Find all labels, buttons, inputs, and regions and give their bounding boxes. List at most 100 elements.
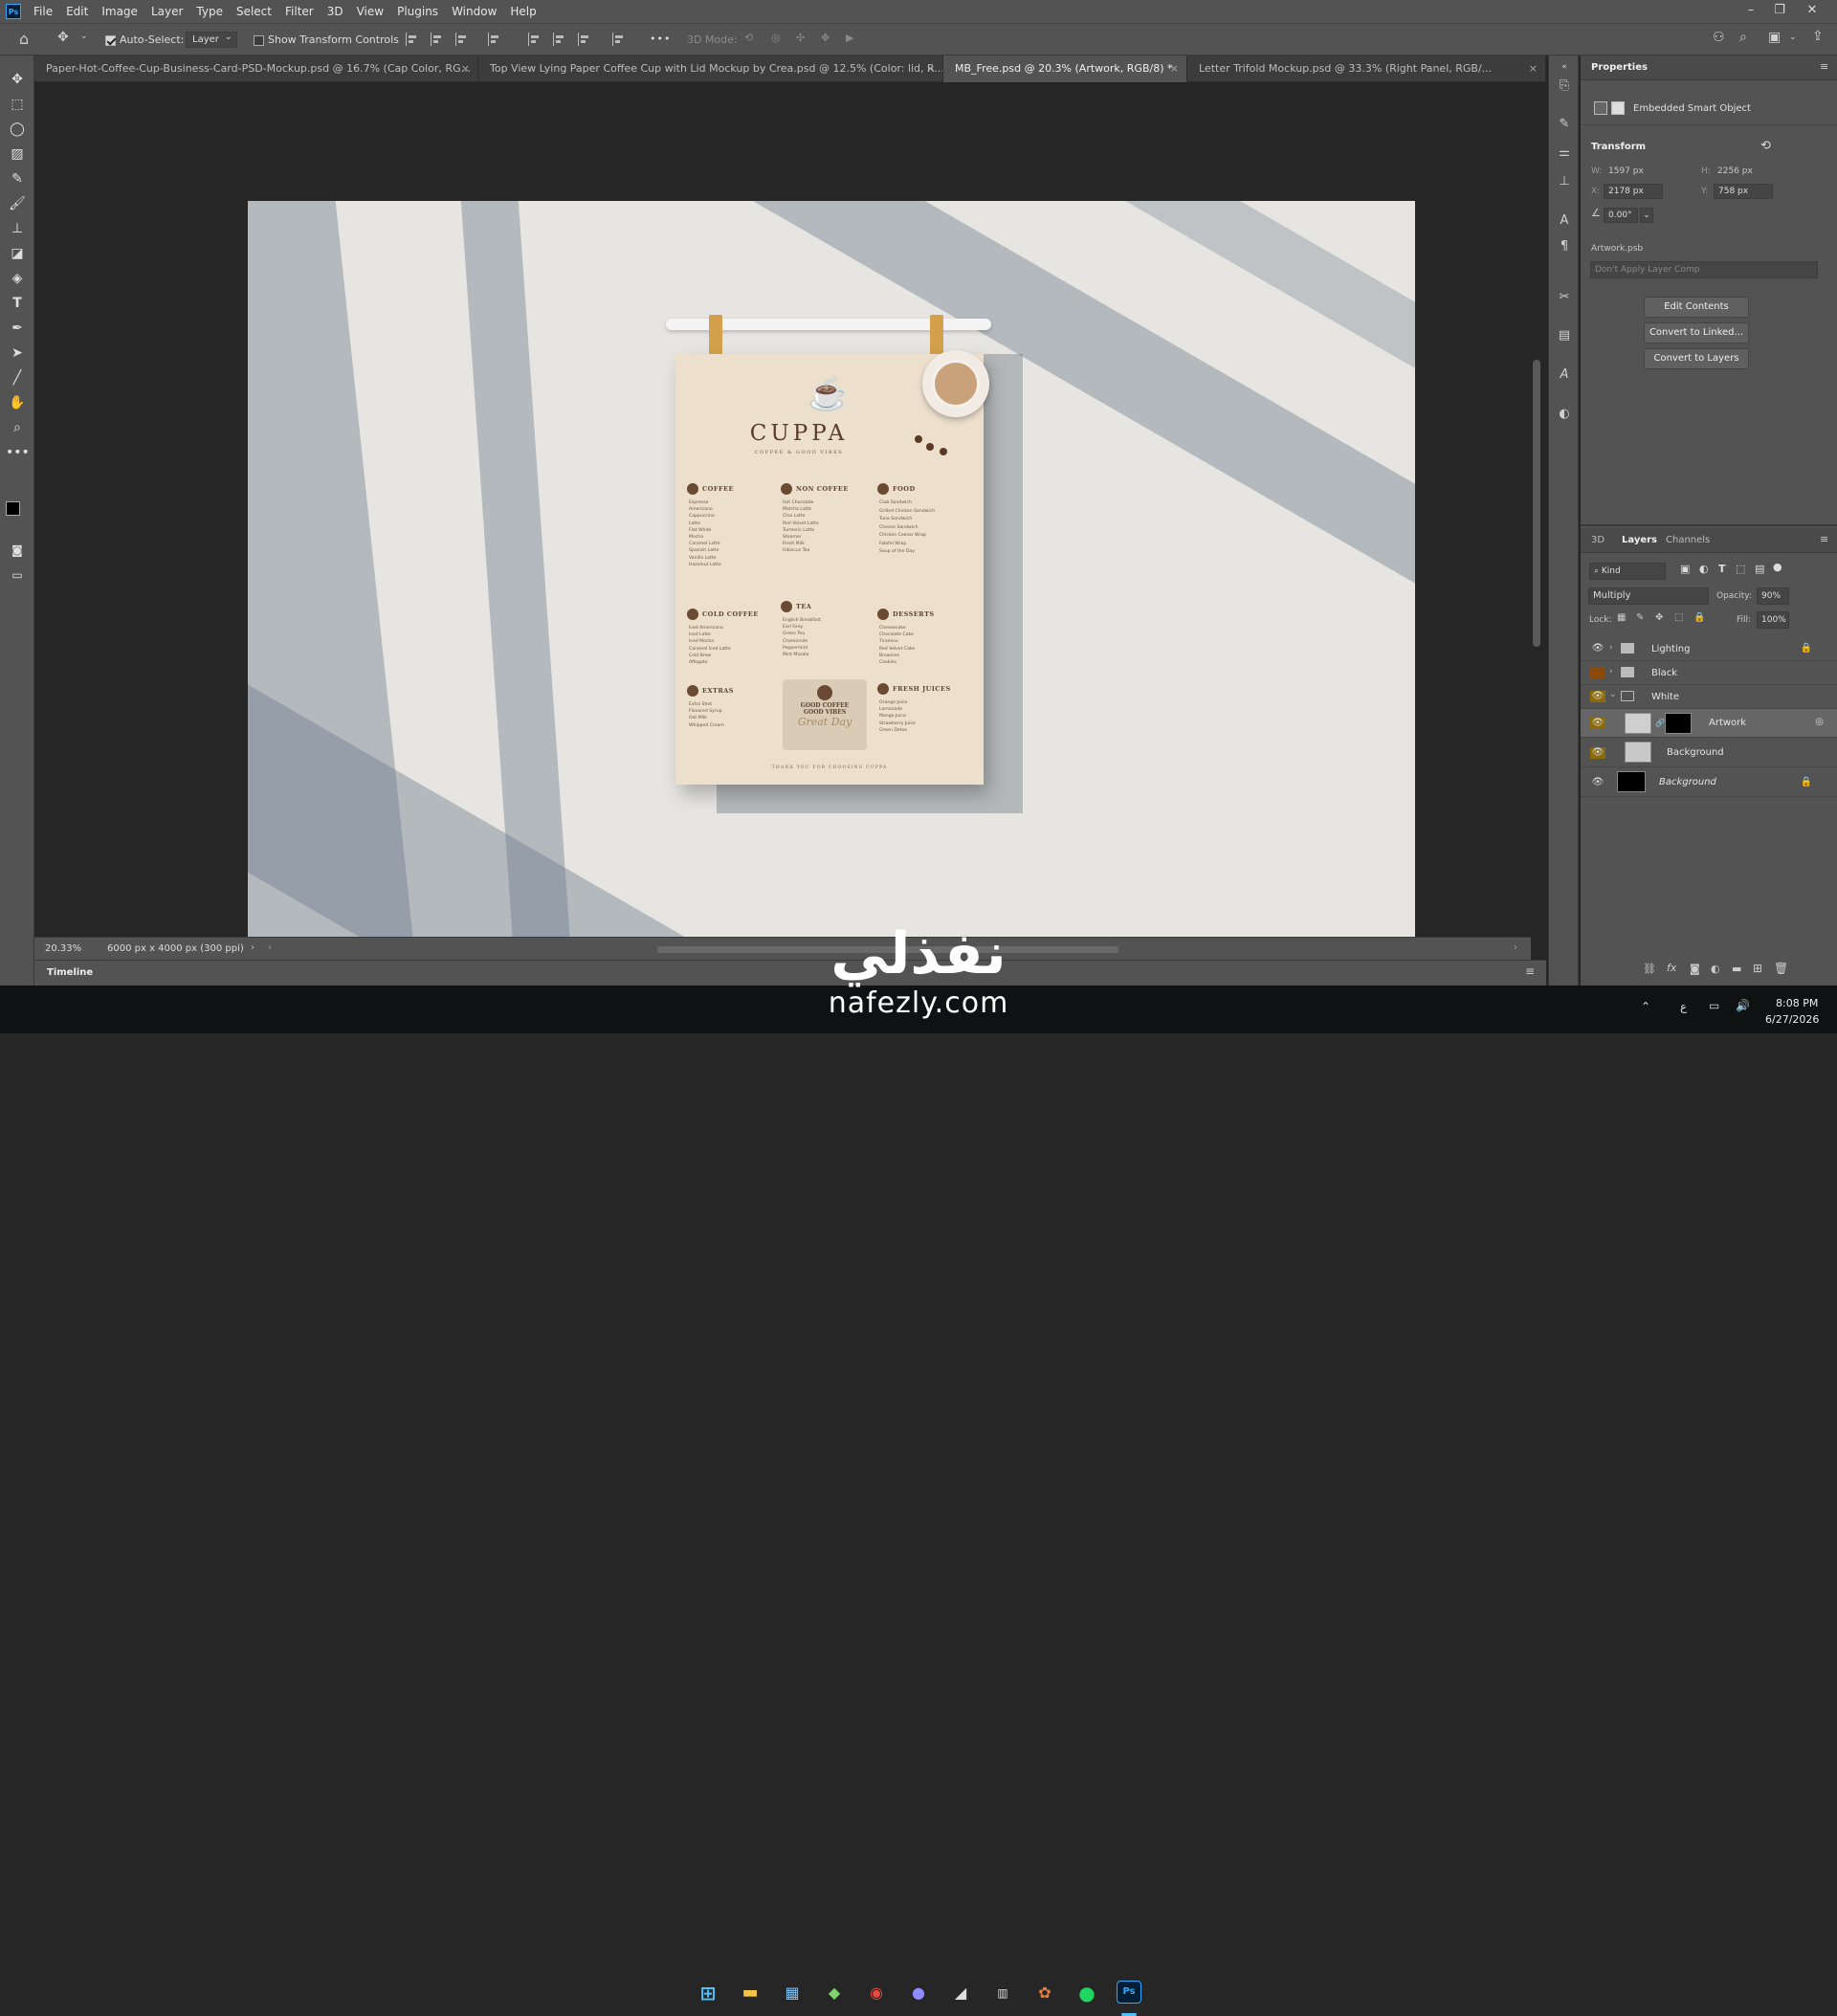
lasso-tool-icon[interactable]: ◯ bbox=[6, 119, 29, 140]
layer-name[interactable]: Background bbox=[1667, 738, 1724, 767]
vertical-scrollbar-thumb[interactable] bbox=[1533, 360, 1540, 647]
smart-filter-icon[interactable]: ◎ bbox=[1815, 717, 1824, 727]
minimize-button[interactable]: – bbox=[1737, 0, 1764, 23]
marquee-tool-icon[interactable]: ⬚ bbox=[6, 94, 29, 115]
align-top-icon[interactable] bbox=[528, 33, 542, 46]
app-icon[interactable]: ◢ bbox=[948, 1981, 973, 2005]
convert-to-layers-button[interactable]: Convert to Layers bbox=[1644, 348, 1749, 369]
pen-tool-icon[interactable]: ✒ bbox=[6, 318, 29, 339]
filter-smart-object-icon[interactable]: ▤ bbox=[1755, 563, 1764, 575]
hand-tool-icon[interactable]: ✋ bbox=[6, 392, 29, 413]
brush-tool-icon[interactable]: 🖌 bbox=[6, 193, 29, 214]
align-center-icon[interactable] bbox=[431, 33, 444, 46]
fx-icon[interactable]: fx bbox=[1667, 962, 1676, 974]
more-tools-icon[interactable]: ••• bbox=[6, 442, 30, 463]
panel-menu-icon[interactable]: ≡ bbox=[1820, 60, 1828, 73]
menu-image[interactable]: Image bbox=[95, 0, 144, 23]
menu-file[interactable]: File bbox=[27, 0, 59, 23]
lock-artboard-icon[interactable]: ⬚ bbox=[1674, 612, 1683, 623]
adjustment-layer-icon[interactable]: ◐ bbox=[1711, 963, 1720, 975]
zoom-tool-icon[interactable]: ⌕ bbox=[6, 417, 29, 438]
layer-row-artwork[interactable]: 👁 🔗 Artwork ◎ bbox=[1581, 709, 1837, 738]
menu-filter[interactable]: Filter bbox=[278, 0, 321, 23]
home-icon[interactable]: ⌂ bbox=[19, 30, 29, 48]
y-position-field[interactable]: 758 px bbox=[1714, 184, 1773, 199]
history-icon[interactable]: ⎘ bbox=[1555, 77, 1574, 96]
height-value[interactable]: 2256 px bbox=[1717, 166, 1753, 176]
clock-date[interactable]: 6/27/2026 bbox=[1765, 1013, 1819, 1026]
zoom-level[interactable]: 20.33% bbox=[45, 943, 81, 954]
trash-icon[interactable]: 🗑 bbox=[1774, 962, 1788, 975]
document-info[interactable]: 6000 px x 4000 px (300 ppi) bbox=[107, 943, 244, 954]
3d-roll-icon[interactable]: ◎ bbox=[771, 32, 781, 44]
menu-type[interactable]: Type bbox=[189, 0, 230, 23]
new-group-icon[interactable]: ▬ bbox=[1732, 963, 1741, 975]
angle-field[interactable]: 0.00° bbox=[1604, 208, 1638, 223]
app-icon[interactable]: ◆ bbox=[822, 1981, 847, 2005]
tab-channels[interactable]: Channels bbox=[1666, 535, 1710, 545]
tab-document-1[interactable]: Paper-Hot-Coffee-Cup-Business-Card-PSD-M… bbox=[34, 55, 478, 82]
filter-shape-icon[interactable]: ⬚ bbox=[1736, 563, 1745, 575]
screen-mode-icon[interactable]: ▭ bbox=[6, 565, 29, 586]
app-icon[interactable]: ✿ bbox=[1032, 1981, 1057, 2005]
layer-name[interactable]: Lighting bbox=[1651, 637, 1690, 661]
clock-time[interactable]: 8:08 PM bbox=[1776, 997, 1818, 1009]
auto-select-toggle[interactable]: Auto-Select: bbox=[105, 33, 184, 46]
type-tool-icon[interactable]: T bbox=[6, 293, 29, 314]
panel-menu-icon[interactable]: ≡ bbox=[1820, 533, 1828, 545]
app-icon[interactable]: ● bbox=[906, 1981, 931, 2005]
filter-kind-dropdown[interactable]: ⌕ Kind bbox=[1589, 563, 1666, 580]
restore-button[interactable]: ❐ bbox=[1766, 0, 1793, 23]
glyphs-icon[interactable]: A bbox=[1555, 366, 1574, 385]
menu-3d[interactable]: 3D bbox=[321, 0, 350, 23]
new-layer-icon[interactable]: ⊞ bbox=[1753, 962, 1762, 975]
layer-comp-dropdown[interactable]: Don't Apply Layer Comp bbox=[1590, 261, 1818, 278]
more-options-button[interactable]: ••• bbox=[650, 33, 671, 45]
align-left-icon[interactable] bbox=[406, 33, 419, 46]
x-position-field[interactable]: 2178 px bbox=[1604, 184, 1663, 199]
blend-mode-dropdown[interactable]: Multiply bbox=[1588, 587, 1709, 605]
distribute-icon[interactable] bbox=[488, 33, 501, 46]
link-layers-icon[interactable]: ⛓ bbox=[1643, 963, 1656, 975]
timeline-tab[interactable]: Timeline bbox=[47, 967, 93, 978]
visibility-eye-icon[interactable]: 👁 bbox=[1590, 691, 1605, 702]
object-select-tool-icon[interactable]: ▨ bbox=[6, 144, 29, 165]
start-icon[interactable]: ⊞ bbox=[696, 1981, 720, 2005]
filter-type-icon[interactable]: T bbox=[1718, 563, 1726, 575]
menu-artwork[interactable]: ☕ CUPPA COFFEE & GOOD VIBES COFFEE Espre… bbox=[675, 350, 989, 785]
layer-row-background[interactable]: 👁 Background 🔒 bbox=[1581, 767, 1837, 797]
layer-mask-thumbnail[interactable] bbox=[1665, 713, 1692, 734]
tools-icon[interactable]: ✂ bbox=[1555, 288, 1574, 307]
chrome-icon[interactable]: ◉ bbox=[864, 1981, 889, 2005]
chevron-up-icon[interactable]: ⌃ bbox=[1641, 1000, 1650, 1013]
shapes-icon[interactable]: ◐ bbox=[1555, 405, 1574, 424]
visibility-eye-icon[interactable]: 👁 bbox=[1590, 643, 1605, 654]
auto-select-checkbox[interactable] bbox=[105, 34, 116, 46]
layer-name[interactable]: Artwork bbox=[1709, 709, 1746, 738]
path-select-tool-icon[interactable]: ➤ bbox=[6, 343, 29, 364]
display-icon[interactable]: ▭ bbox=[1709, 999, 1719, 1012]
menu-view[interactable]: View bbox=[350, 0, 390, 23]
filter-pixel-icon[interactable]: ▣ bbox=[1680, 563, 1690, 575]
scroll-right-icon[interactable]: › bbox=[1514, 942, 1517, 953]
auto-select-target-dropdown[interactable]: Layer bbox=[186, 32, 237, 48]
eyedropper-tool-icon[interactable]: ✎ bbox=[6, 168, 29, 189]
close-tab-icon[interactable]: × bbox=[461, 55, 470, 82]
file-explorer-icon[interactable]: ▬ bbox=[738, 1981, 763, 2005]
stamp-tool-icon[interactable]: ⊥ bbox=[6, 218, 29, 239]
lock-all-icon[interactable]: 🔒 bbox=[1693, 612, 1705, 623]
export-share-icon[interactable]: ⇪ bbox=[1812, 29, 1824, 44]
spotify-icon[interactable]: ● bbox=[1074, 1981, 1099, 2005]
search-icon[interactable]: ⌕ bbox=[1739, 30, 1747, 45]
chevron-right-icon[interactable]: › bbox=[1609, 643, 1613, 653]
move-tool-icon[interactable]: ✥ bbox=[6, 69, 29, 90]
add-mask-icon[interactable]: ◙ bbox=[1690, 963, 1700, 975]
language-indicator[interactable]: ع bbox=[1680, 1000, 1687, 1013]
layer-name[interactable]: Background bbox=[1659, 767, 1716, 797]
3d-camera-icon[interactable]: ▶ bbox=[846, 32, 853, 44]
tab-document-4[interactable]: Letter Trifold Mockup.psd @ 33.3% (Right… bbox=[1187, 55, 1546, 82]
brush-settings-icon[interactable]: ✎ bbox=[1555, 115, 1574, 134]
menu-layer[interactable]: Layer bbox=[144, 0, 189, 23]
scroll-left-icon[interactable]: ‹ bbox=[268, 942, 272, 953]
paragraph-icon[interactable]: ¶ bbox=[1555, 237, 1574, 256]
